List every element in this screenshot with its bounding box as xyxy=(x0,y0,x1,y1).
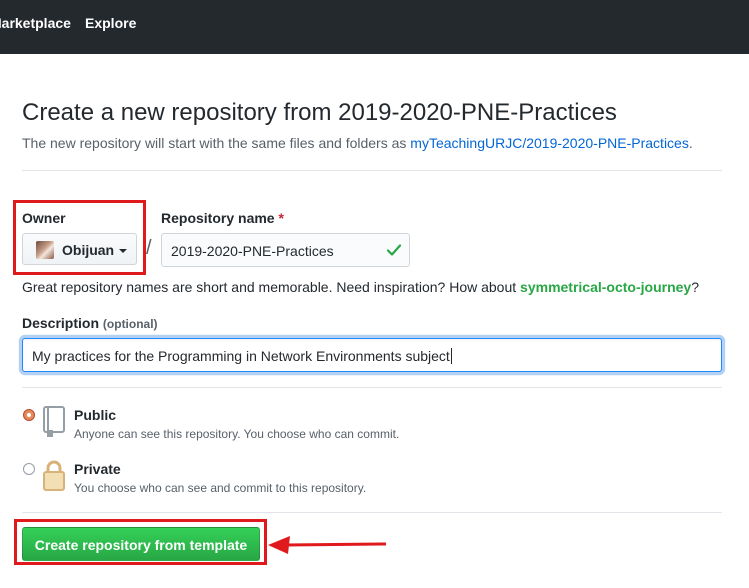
check-icon xyxy=(386,244,402,256)
name-hint: Great repository names are short and mem… xyxy=(22,278,699,296)
repo-icon xyxy=(43,406,65,437)
text-cursor xyxy=(450,348,452,364)
private-title: Private xyxy=(74,461,121,477)
optional-note: (optional) xyxy=(102,317,158,331)
page-title: Create a new repository from 2019-2020-P… xyxy=(22,99,617,126)
public-description: Anyone can see this repository. You choo… xyxy=(74,427,400,441)
required-mark: * xyxy=(278,210,284,226)
repo-name-label: Repository name * xyxy=(161,209,284,227)
divider xyxy=(22,387,722,388)
description-text: My practices for the Programming in Netw… xyxy=(32,348,450,364)
subtitle-suffix: . xyxy=(688,135,693,151)
nav-explore[interactable]: Explore xyxy=(85,14,136,32)
template-repo-link[interactable]: myTeachingURJC/2019-2020-PNE-Practices xyxy=(410,135,689,151)
description-input[interactable]: My practices for the Programming in Netw… xyxy=(22,338,722,372)
description-value: My practices for the Programming in Netw… xyxy=(32,347,452,365)
public-radio[interactable] xyxy=(23,409,35,421)
repo-name-label-text: Repository name xyxy=(161,210,275,226)
global-header: Marketplace Explore xyxy=(0,0,749,54)
divider xyxy=(22,512,722,513)
owner-highlight-box xyxy=(13,200,146,275)
divider xyxy=(22,170,722,171)
subtitle-text: The new repository will start with the s… xyxy=(22,135,411,151)
nav-marketplace[interactable]: Marketplace xyxy=(0,14,71,32)
private-radio[interactable] xyxy=(23,463,35,475)
hint-text: Great repository names are short and mem… xyxy=(22,279,521,295)
lock-icon xyxy=(43,460,65,491)
arrow-annotation-icon xyxy=(268,536,387,554)
hint-suffix: ? xyxy=(691,279,700,295)
name-suggestion[interactable]: symmetrical-octo-journey xyxy=(520,279,691,295)
button-highlight-box xyxy=(14,519,267,565)
private-description: You choose who can see and commit to thi… xyxy=(74,481,367,495)
public-title: Public xyxy=(74,407,117,423)
repo-name-input[interactable]: 2019-2020-PNE-Practices xyxy=(161,233,410,267)
repo-name-value: 2019-2020-PNE-Practices xyxy=(171,243,334,259)
description-label-text: Description xyxy=(22,315,100,331)
owner-repo-separator: / xyxy=(146,237,152,259)
description-label: Description (optional) xyxy=(22,314,158,333)
page-subtitle: The new repository will start with the s… xyxy=(22,134,693,152)
